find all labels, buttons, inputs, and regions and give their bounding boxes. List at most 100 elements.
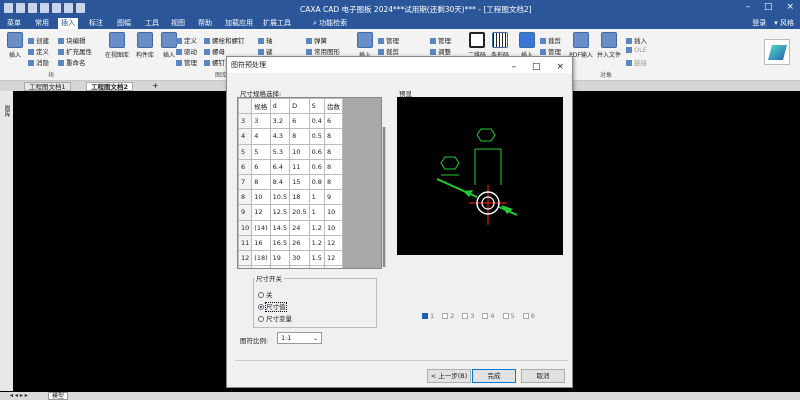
- menu-drawing-sheet[interactable]: 图幅: [114, 18, 134, 29]
- table-row[interactable]: 7 8 8.4 15 0.8 8: [238, 173, 343, 191]
- barcode-button[interactable]: 条形码: [488, 32, 512, 59]
- insert-block-button[interactable]: 插入: [4, 32, 26, 59]
- login-button[interactable]: 登录: [752, 18, 766, 28]
- save-icon[interactable]: [28, 3, 37, 13]
- link-button[interactable]: 链接: [626, 57, 647, 67]
- image-crop-button[interactable]: 裁剪: [378, 46, 399, 56]
- library-panel-tab[interactable]: 图库: [2, 105, 11, 117]
- block-edit-button[interactable]: 块编辑: [58, 35, 86, 45]
- model-tab[interactable]: 模型: [48, 392, 69, 400]
- lib-define-button[interactable]: 定义: [176, 35, 197, 45]
- table-row[interactable]: 5 5 5.3 10 0.6 8: [238, 143, 343, 160]
- obj-insert-button[interactable]: 插入: [626, 35, 647, 45]
- shaft-button[interactable]: 轴: [258, 35, 273, 45]
- tab-doc2[interactable]: 工程图文档2: [86, 82, 134, 91]
- ole-button[interactable]: OLE: [626, 46, 647, 54]
- menu-ext-tools[interactable]: 扩展工具: [260, 18, 294, 29]
- add-tab-icon[interactable]: +: [152, 81, 159, 90]
- page-check-4[interactable]: 4: [482, 312, 495, 320]
- key-button[interactable]: 键: [258, 46, 273, 56]
- save-as-icon[interactable]: [40, 3, 49, 13]
- menu-common[interactable]: 常用: [32, 18, 52, 29]
- nut-button[interactable]: 螺母: [204, 46, 225, 56]
- hide-button[interactable]: 消隐: [28, 57, 49, 67]
- table-row[interactable]: 11 16 16.5 26 1.2 12: [238, 234, 343, 251]
- page-check-5[interactable]: 5: [502, 312, 515, 320]
- page-check-6[interactable]: 6: [522, 312, 535, 320]
- table-cell: 6: [323, 113, 343, 130]
- finish-button[interactable]: 完成: [472, 369, 516, 383]
- function-search[interactable]: ⌕ 功能检索: [310, 18, 350, 29]
- new-icon[interactable]: [4, 3, 13, 13]
- qrcode-button[interactable]: 二维码: [465, 32, 489, 59]
- page-check-2[interactable]: 2: [442, 312, 454, 320]
- ole-manage-button[interactable]: 管理: [430, 35, 451, 45]
- open-icon[interactable]: [16, 3, 25, 13]
- pdf-input-button[interactable]: PDF输入: [568, 32, 594, 59]
- table-cell: 1.5: [308, 265, 325, 268]
- extend-attr-button[interactable]: 扩充属性: [58, 46, 92, 56]
- insert-image-button[interactable]: 插入: [354, 32, 376, 59]
- redo-icon[interactable]: [76, 3, 85, 13]
- cancel-button[interactable]: 取消: [521, 369, 565, 383]
- prev-button[interactable]: < 上一步(B): [427, 369, 471, 383]
- view-lib-button[interactable]: 在视图库: [102, 32, 132, 59]
- define-button[interactable]: 定义: [28, 46, 49, 56]
- rename-button[interactable]: 重命名: [58, 57, 86, 67]
- scale-select[interactable]: 1:1 ⌄: [277, 332, 322, 344]
- dialog-minimize-icon[interactable]: –: [511, 59, 516, 75]
- component-lib-button[interactable]: 构件库: [132, 32, 158, 59]
- block-group-label: 块: [48, 72, 55, 79]
- qrcode-icon: [469, 32, 485, 48]
- lib-manage-button[interactable]: 管理: [176, 57, 197, 67]
- menu-insert[interactable]: 插入: [58, 18, 78, 29]
- table-row[interactable]: 9 12 12.5 20.5 1 10: [238, 204, 343, 221]
- merge-file-button[interactable]: 并入文件: [596, 32, 622, 59]
- screw-button[interactable]: 螺钉: [204, 57, 225, 67]
- table-row[interactable]: 132021331.512: [238, 265, 343, 268]
- adjust-button[interactable]: 调整: [430, 46, 451, 56]
- search-input[interactable]: 功能检索: [319, 19, 347, 27]
- close-icon[interactable]: ×: [786, 2, 794, 12]
- page-check-1[interactable]: 1: [422, 312, 434, 320]
- pdf-manage-button[interactable]: 管理: [540, 46, 561, 56]
- scrollbar-thumb[interactable]: [383, 127, 385, 267]
- menu-tools[interactable]: 工具: [142, 18, 162, 29]
- menu-main[interactable]: 菜单: [4, 18, 24, 29]
- left-dock: 图库: [0, 91, 13, 391]
- pdf-crop-button[interactable]: 裁剪: [540, 35, 561, 45]
- table-scrollbar[interactable]: [382, 127, 386, 267]
- minimize-icon[interactable]: –: [745, 2, 750, 12]
- radio-off[interactable]: 关: [258, 289, 273, 299]
- table-row[interactable]: 10 (14) 14.5 24 1.2 10: [238, 219, 343, 236]
- view-lib-label: 在视图库: [104, 52, 129, 59]
- table-row[interactable]: 6 6 6.4 11 0.6 8: [238, 158, 343, 175]
- table-row[interactable]: 8 10 10.5 18 1 9: [238, 189, 343, 206]
- dialog-maximize-icon[interactable]: □: [532, 59, 541, 75]
- bolt-screw-button[interactable]: 螺栓和螺钉: [204, 35, 245, 45]
- spring-button[interactable]: 弹簧: [306, 35, 327, 45]
- lib-drive-button[interactable]: 驱动: [176, 46, 197, 56]
- print-icon[interactable]: [52, 3, 61, 13]
- radio-dim-variable[interactable]: 尺寸变量: [258, 313, 292, 323]
- menu-load-apps[interactable]: 加载应用: [222, 18, 256, 29]
- radio-dim-value[interactable]: 尺寸值: [258, 301, 287, 312]
- common-shape-button[interactable]: 常用图形: [306, 46, 340, 56]
- pdf-insert-button[interactable]: 插入: [516, 32, 538, 59]
- dialog-close-icon[interactable]: ×: [556, 59, 564, 75]
- menu-view[interactable]: 视图: [168, 18, 188, 29]
- page-check-3[interactable]: 3: [462, 312, 474, 320]
- size-spec-table[interactable]: 规格 d D S 齿数 3 3 3.2 6 0.4 6 4 4 4.3 8 0.5 8 5 5 5.3 10 0.6 8 6…: [237, 97, 382, 269]
- undo-icon[interactable]: [64, 3, 73, 13]
- table-row[interactable]: 3 3 3.2 6 0.4 6: [238, 113, 343, 130]
- menu-help[interactable]: 帮助: [195, 18, 215, 29]
- table-row[interactable]: 12 (18) 19 30 1.5 12: [238, 249, 343, 267]
- tab-doc1[interactable]: 工程图文档1: [24, 82, 71, 91]
- sheet-nav-arrows[interactable]: ◂ ◂ ▸ ▸: [10, 392, 28, 399]
- image-manage-button[interactable]: 管理: [378, 35, 399, 45]
- style-dropdown[interactable]: ▾ 风格: [774, 18, 794, 28]
- maximize-icon[interactable]: □: [764, 2, 773, 12]
- create-block-button[interactable]: 创建: [28, 35, 49, 45]
- menu-dimension[interactable]: 标注: [86, 18, 106, 29]
- table-row[interactable]: 4 4 4.3 8 0.5 8: [238, 128, 343, 145]
